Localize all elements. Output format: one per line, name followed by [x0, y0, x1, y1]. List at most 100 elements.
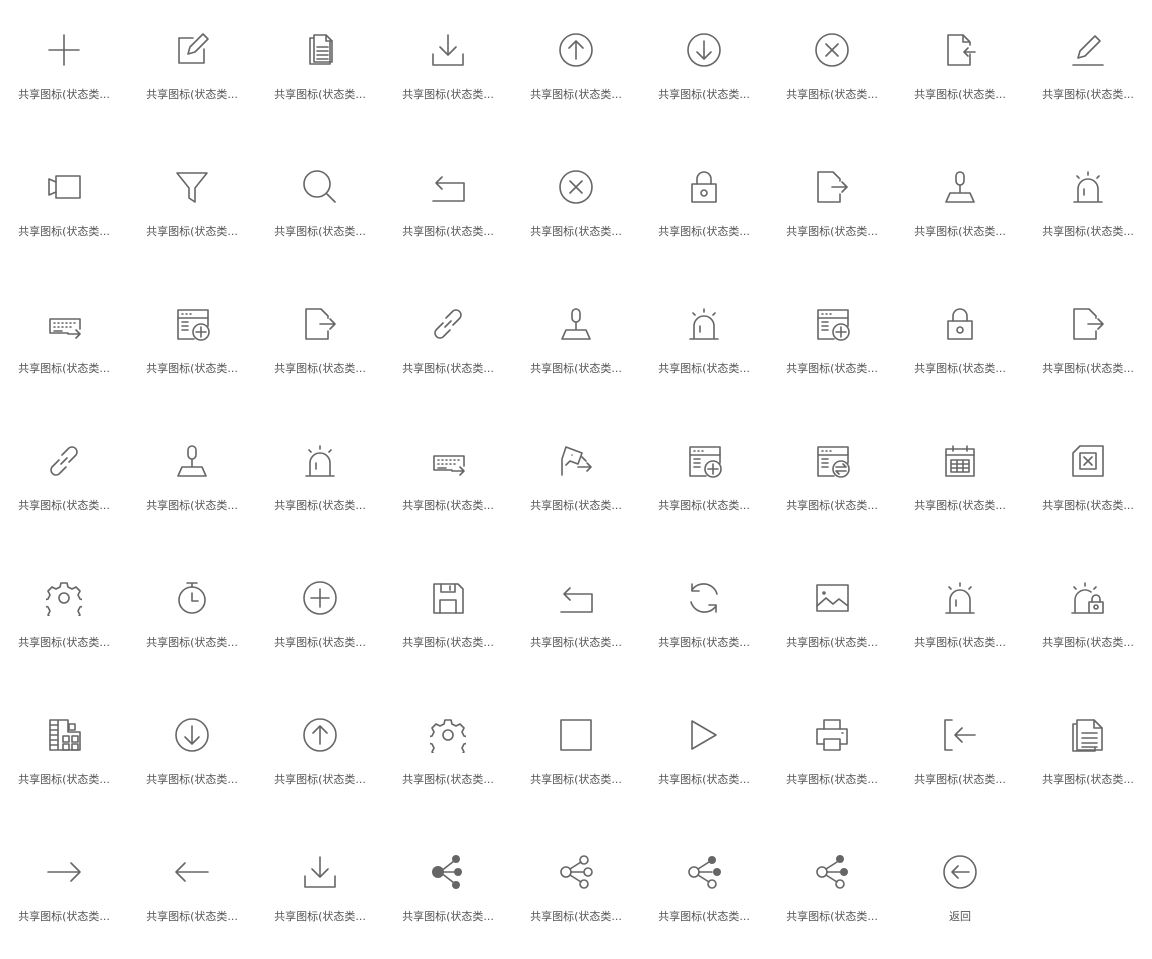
icon-tile[interactable]: 共享图标(状态类...: [512, 685, 640, 822]
icon-tile[interactable]: 共享图标(状态类...: [0, 0, 128, 137]
plus-icon: [46, 32, 82, 68]
icon-tile[interactable]: 共享图标(状态类...: [1024, 137, 1152, 274]
icon-tile[interactable]: 共享图标(状态类...: [768, 548, 896, 685]
camera-arrow-icon: [558, 443, 594, 479]
icon-label: 共享图标(状态类...: [658, 773, 750, 786]
icon-tile[interactable]: 共享图标(状态类...: [256, 137, 384, 274]
alarm-light-icon: [1070, 169, 1106, 205]
icon-tile[interactable]: 共享图标(状态类...: [384, 274, 512, 411]
icon-label: 共享图标(状态类...: [786, 773, 878, 786]
icon-tile[interactable]: 共享图标(状态类...: [256, 411, 384, 548]
close-circle-icon: [814, 32, 850, 68]
icon-tile[interactable]: 共享图标(状态类...: [768, 685, 896, 822]
icon-tile[interactable]: 共享图标(状态类...: [384, 411, 512, 548]
icon-label: 共享图标(状态类...: [18, 88, 110, 101]
icon-label: 共享图标(状态类...: [402, 910, 494, 923]
icon-tile[interactable]: 共享图标(状态类...: [1024, 411, 1152, 548]
icon-tile[interactable]: 共享图标(状态类...: [1024, 548, 1152, 685]
icon-tile[interactable]: 共享图标(状态类...: [768, 137, 896, 274]
icon-tile[interactable]: 共享图标(状态类...: [256, 0, 384, 137]
icon-tile[interactable]: 共享图标(状态类...: [640, 0, 768, 137]
icon-label: 共享图标(状态类...: [530, 225, 622, 238]
copy-document-icon: [302, 32, 338, 68]
icon-tile[interactable]: 共享图标(状态类...: [896, 685, 1024, 822]
icon-tile[interactable]: 共享图标(状态类...: [128, 0, 256, 137]
icon-label: 共享图标(状态类...: [402, 636, 494, 649]
icon-tile[interactable]: 共享图标(状态类...: [512, 274, 640, 411]
icon-tile[interactable]: 共享图标(状态类...: [640, 137, 768, 274]
icon-tile[interactable]: 共享图标(状态类...: [256, 548, 384, 685]
file-export-icon: [814, 169, 850, 205]
icon-tile[interactable]: 共享图标(状态类...: [0, 548, 128, 685]
icon-tile[interactable]: 共享图标(状态类...: [256, 274, 384, 411]
icon-tile[interactable]: 共享图标(状态类...: [640, 274, 768, 411]
icon-tile[interactable]: 共享图标(状态类...: [512, 411, 640, 548]
lock-icon: [942, 306, 978, 342]
icon-tile[interactable]: 共享图标(状态类...: [128, 411, 256, 548]
icon-tile[interactable]: 共享图标(状态类...: [128, 274, 256, 411]
icon-tile[interactable]: 返回: [896, 822, 1024, 959]
icon-label: 共享图标(状态类...: [786, 910, 878, 923]
icon-tile[interactable]: 共享图标(状态类...: [640, 411, 768, 548]
icon-tile[interactable]: 共享图标(状态类...: [768, 0, 896, 137]
icon-label: 共享图标(状态类...: [1042, 499, 1134, 512]
icon-tile[interactable]: 共享图标(状态类...: [384, 822, 512, 959]
icon-label: 共享图标(状态类...: [146, 499, 238, 512]
icon-tile[interactable]: 共享图标(状态类...: [512, 0, 640, 137]
icon-tile[interactable]: 共享图标(状态类...: [640, 685, 768, 822]
icon-tile[interactable]: 共享图标(状态类...: [512, 137, 640, 274]
back-circle-icon: [942, 854, 978, 890]
icon-tile[interactable]: 共享图标(状态类...: [768, 274, 896, 411]
icon-tile[interactable]: 共享图标(状态类...: [512, 822, 640, 959]
icon-tile[interactable]: 共享图标(状态类...: [0, 411, 128, 548]
icon-tile[interactable]: 共享图标(状态类...: [0, 822, 128, 959]
icon-tile[interactable]: 共享图标(状态类...: [896, 0, 1024, 137]
icon-tile[interactable]: 共享图标(状态类...: [128, 685, 256, 822]
icon-label: 共享图标(状态类...: [146, 225, 238, 238]
icon-tile[interactable]: 共享图标(状态类...: [1024, 274, 1152, 411]
icon-tile[interactable]: 共享图标(状态类...: [640, 548, 768, 685]
icon-label: 共享图标(状态类...: [914, 88, 1006, 101]
icon-tile[interactable]: 共享图标(状态类...: [0, 274, 128, 411]
icon-tile[interactable]: 共享图标(状态类...: [256, 685, 384, 822]
icon-tile[interactable]: 共享图标(状态类...: [768, 822, 896, 959]
icon-tile[interactable]: 共享图标(状态类...: [256, 822, 384, 959]
arrow-down-circle-icon: [686, 32, 722, 68]
icon-tile[interactable]: 共享图标(状态类...: [128, 137, 256, 274]
alarm-light-icon: [302, 443, 338, 479]
icon-tile[interactable]: 共享图标(状态类...: [384, 0, 512, 137]
close-circle-icon: [558, 169, 594, 205]
icon-tile[interactable]: 共享图标(状态类...: [0, 137, 128, 274]
icon-tile[interactable]: 共享图标(状态类...: [0, 685, 128, 822]
arrow-down-circle-icon: [174, 717, 210, 753]
alarm-lock-icon: [1070, 580, 1106, 616]
search-icon: [302, 169, 338, 205]
icon-label: 共享图标(状态类...: [914, 362, 1006, 375]
icon-label: 共享图标(状态类...: [274, 636, 366, 649]
icon-label: 共享图标(状态类...: [530, 773, 622, 786]
share-filled-icon: [430, 854, 466, 890]
icon-tile[interactable]: 共享图标(状态类...: [896, 411, 1024, 548]
icon-tile[interactable]: 共享图标(状态类...: [128, 822, 256, 959]
icon-tile[interactable]: 共享图标(状态类...: [896, 137, 1024, 274]
pencil-icon: [1070, 32, 1106, 68]
share-right-filled-icon: [686, 854, 722, 890]
icon-tile[interactable]: 共享图标(状态类...: [896, 274, 1024, 411]
form-add-icon: [174, 306, 210, 342]
login-icon: [942, 717, 978, 753]
form-switch-icon: [814, 443, 850, 479]
icon-tile[interactable]: 共享图标(状态类...: [640, 822, 768, 959]
icon-tile[interactable]: 共享图标(状态类...: [896, 548, 1024, 685]
icon-tile[interactable]: 共享图标(状态类...: [384, 137, 512, 274]
icon-tile[interactable]: 共享图标(状态类...: [1024, 685, 1152, 822]
icon-tile[interactable]: 共享图标(状态类...: [384, 685, 512, 822]
icon-label: 共享图标(状态类...: [914, 773, 1006, 786]
icon-label: 共享图标(状态类...: [914, 499, 1006, 512]
icon-tile[interactable]: 共享图标(状态类...: [768, 411, 896, 548]
icon-tile[interactable]: 共享图标(状态类...: [128, 548, 256, 685]
icon-tile[interactable]: 共享图标(状态类...: [384, 548, 512, 685]
icon-tile[interactable]: 共享图标(状态类...: [512, 548, 640, 685]
icon-tile[interactable]: 共享图标(状态类...: [1024, 0, 1152, 137]
form-add-icon: [686, 443, 722, 479]
link-icon: [430, 306, 466, 342]
